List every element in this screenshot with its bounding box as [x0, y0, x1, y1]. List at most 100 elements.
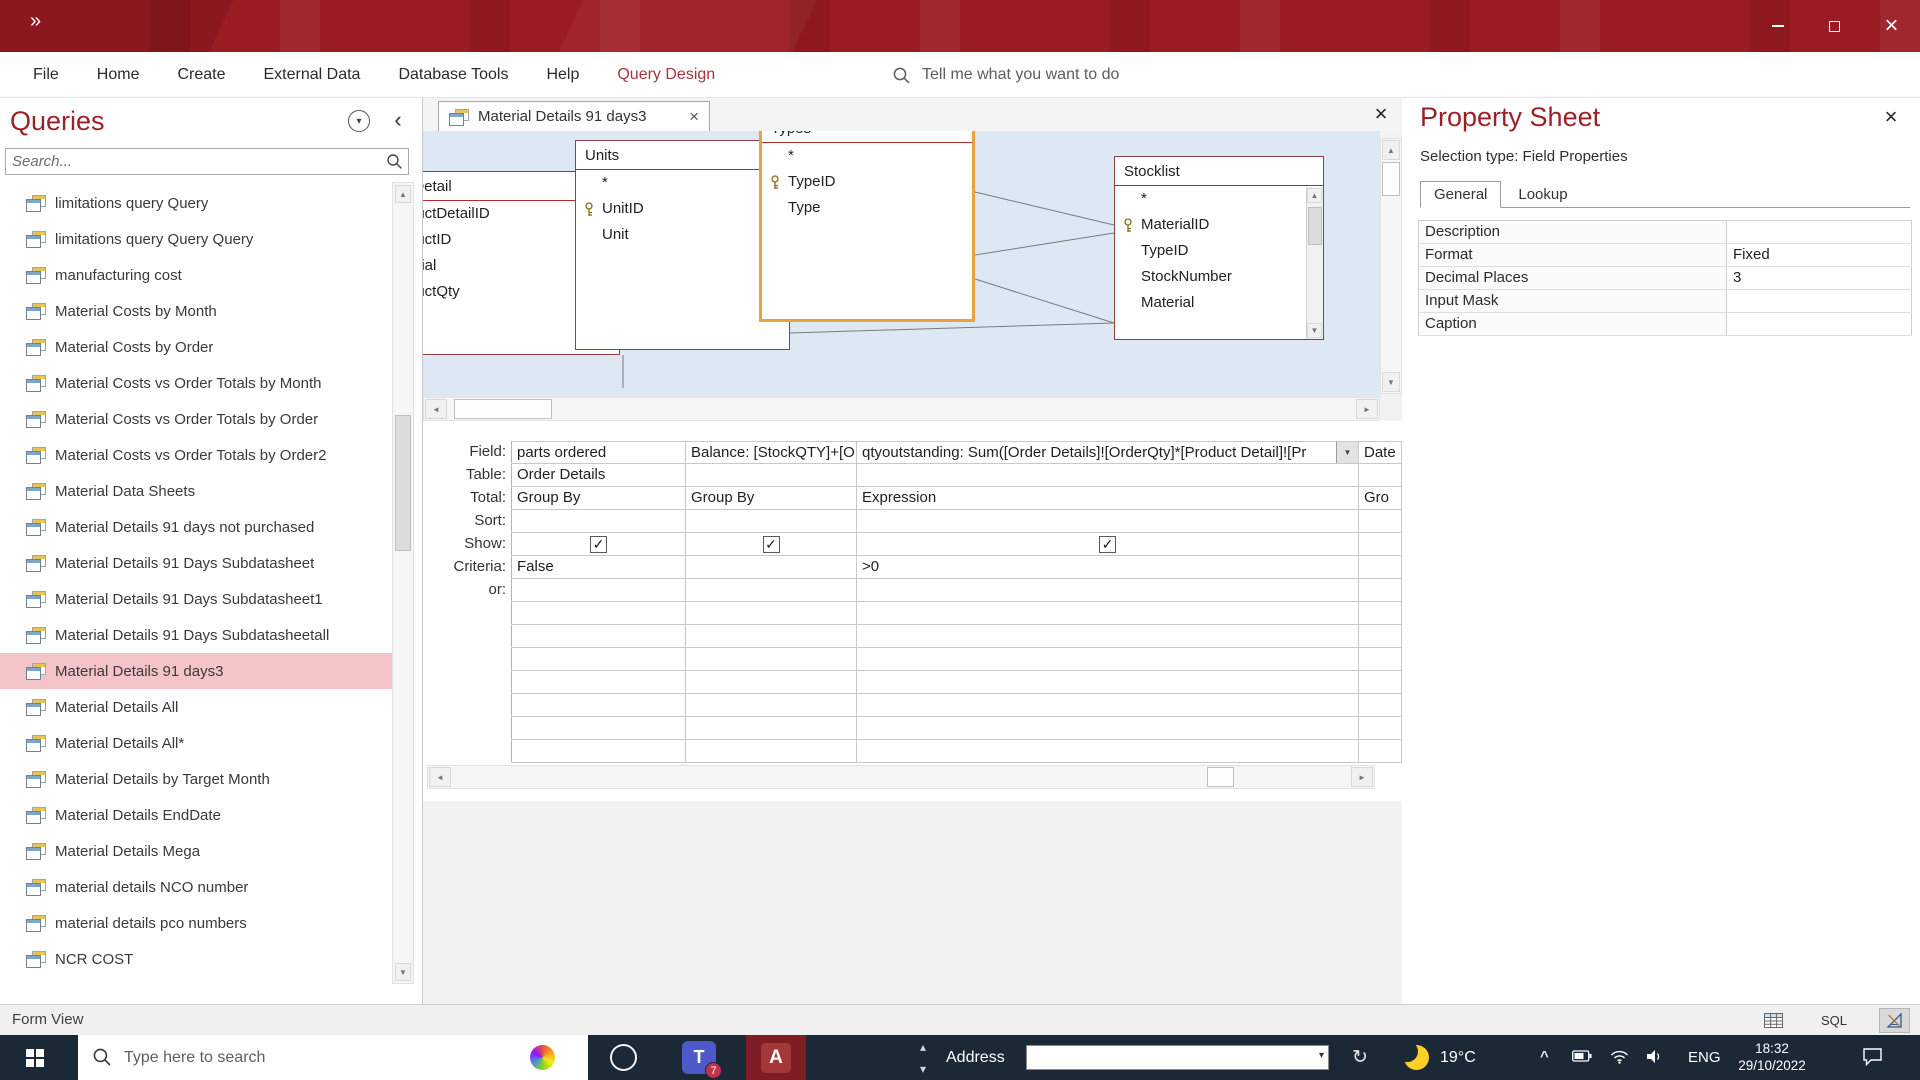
dropdown-arrow-icon[interactable]	[1319, 1050, 1324, 1061]
menu-help[interactable]: Help	[527, 66, 598, 84]
qbe-table-cell[interactable]: Order Details	[512, 464, 686, 487]
tab-general[interactable]: General	[1420, 181, 1501, 208]
nav-item[interactable]: Material Details 91 Days Subdatasheet	[0, 545, 392, 581]
nav-item[interactable]: Material Data Sheets	[0, 473, 392, 509]
qbe-sort-cell[interactable]	[857, 510, 1359, 533]
qbe-or-cell[interactable]	[686, 579, 857, 602]
scroll-left-button[interactable]	[425, 399, 447, 419]
qbe-empty-cell[interactable]	[1359, 625, 1402, 648]
scrollbar-thumb[interactable]	[395, 415, 411, 551]
document-tab[interactable]: Material Details 91 days3	[438, 101, 710, 131]
chevron-down-icon[interactable]	[920, 1062, 926, 1076]
nav-item[interactable]: Material Details 91 Days Subdatasheetall	[0, 617, 392, 653]
nav-item[interactable]: Material Details 91 days not purchased	[0, 509, 392, 545]
qbe-empty-cell[interactable]	[857, 740, 1359, 763]
qbe-empty-cell[interactable]	[857, 671, 1359, 694]
table-field[interactable]: MaterialID	[1115, 212, 1323, 238]
qbe-field-cell-active[interactable]: qtyoutstanding: Sum([Order Details]![Ord…	[857, 441, 1359, 464]
close-button[interactable]	[1863, 0, 1920, 52]
nav-item[interactable]: Material Details All	[0, 689, 392, 725]
nav-item-selected[interactable]: Material Details 91 days3	[0, 653, 392, 689]
minimize-button[interactable]	[1749, 0, 1806, 52]
menu-query-design[interactable]: Query Design	[598, 66, 734, 84]
table-field[interactable]: *	[762, 143, 972, 169]
design-vertical-scrollbar[interactable]	[1380, 138, 1402, 394]
table-field[interactable]: Material	[1115, 290, 1323, 316]
nav-item[interactable]: limitations query Query	[0, 185, 392, 221]
taskbar-search-input[interactable]	[124, 1035, 484, 1080]
qbe-total-cell[interactable]: Group By	[512, 487, 686, 510]
nav-pane-collapse-button[interactable]	[386, 107, 410, 133]
qbe-total-cell[interactable]: Group By	[686, 487, 857, 510]
access-taskbar-icon-active[interactable]: A	[746, 1035, 806, 1080]
qbe-or-cell[interactable]	[857, 579, 1359, 602]
qbe-empty-cell[interactable]	[1359, 694, 1402, 717]
qbe-empty-cell[interactable]	[686, 648, 857, 671]
nav-item[interactable]: manufacturing cost	[0, 257, 392, 293]
nav-item[interactable]: Material Costs by Month	[0, 293, 392, 329]
qbe-show-cell[interactable]	[686, 533, 857, 556]
property-value[interactable]: Fixed	[1727, 244, 1912, 266]
qbe-or-cell[interactable]	[1359, 579, 1402, 602]
qbe-criteria-cell[interactable]: >0	[857, 556, 1359, 579]
quick-access-overflow-chevron[interactable]: »	[30, 10, 41, 33]
qbe-empty-cell[interactable]	[1359, 740, 1402, 763]
scrollbar-thumb[interactable]	[454, 399, 552, 419]
menu-file[interactable]: File	[14, 66, 78, 84]
qbe-empty-cell[interactable]	[1359, 671, 1402, 694]
qbe-empty-cell[interactable]	[512, 671, 686, 694]
table-field[interactable]: *	[1115, 186, 1323, 212]
cortana-button[interactable]	[610, 1044, 637, 1071]
scrollbar-thumb[interactable]	[1207, 767, 1234, 787]
qbe-field-cell[interactable]: parts ordered	[512, 441, 686, 464]
temperature-label[interactable]: 19°C	[1440, 1035, 1476, 1080]
property-value[interactable]	[1727, 290, 1912, 312]
qbe-table-cell[interactable]	[1359, 464, 1402, 487]
qbe-field-cell[interactable]: Date	[1359, 441, 1402, 464]
battery-icon[interactable]	[1572, 1049, 1592, 1066]
qbe-criteria-cell[interactable]	[686, 556, 857, 579]
show-checkbox-checked[interactable]	[1099, 536, 1116, 553]
start-button[interactable]	[0, 1035, 70, 1080]
scroll-down-button[interactable]	[1307, 323, 1322, 338]
table-box-title[interactable]: Units	[576, 141, 789, 170]
qbe-empty-cell[interactable]	[1359, 717, 1402, 740]
qbe-show-cell[interactable]	[512, 533, 686, 556]
qbe-empty-cell[interactable]	[686, 717, 857, 740]
qbe-empty-cell[interactable]	[512, 740, 686, 763]
qbe-show-cell[interactable]	[857, 533, 1359, 556]
qbe-empty-cell[interactable]	[857, 694, 1359, 717]
qbe-criteria-cell[interactable]	[1359, 556, 1402, 579]
table-box-scrollbar[interactable]	[1306, 187, 1323, 339]
table-box-units[interactable]: Units * UnitID Unit	[575, 140, 790, 350]
qbe-empty-cell[interactable]	[686, 694, 857, 717]
qbe-table-cell[interactable]	[686, 464, 857, 487]
property-value[interactable]	[1727, 221, 1912, 243]
table-box-types[interactable]: Types * TypeID Type	[759, 131, 975, 322]
volume-icon[interactable]	[1646, 1049, 1663, 1068]
menu-home[interactable]: Home	[78, 66, 159, 84]
scroll-right-button[interactable]	[1351, 767, 1373, 787]
nav-item[interactable]: NCR COST	[0, 941, 392, 977]
scroll-left-button[interactable]	[429, 767, 451, 787]
nav-item[interactable]: material details pco numbers	[0, 905, 392, 941]
grid-horizontal-scrollbar[interactable]	[427, 765, 1375, 789]
nav-item[interactable]: Material Details All*	[0, 725, 392, 761]
nav-item[interactable]: Material Costs by Order	[0, 329, 392, 365]
qbe-total-cell[interactable]: Gro	[1359, 487, 1402, 510]
qbe-empty-cell[interactable]	[857, 717, 1359, 740]
design-horizontal-scrollbar[interactable]	[423, 397, 1380, 421]
pane-splitter[interactable]	[423, 421, 1402, 441]
qbe-empty-cell[interactable]	[512, 602, 686, 625]
nav-search-box[interactable]	[5, 148, 409, 175]
scrollbar-thumb[interactable]	[1308, 207, 1322, 245]
menu-external-data[interactable]: External Data	[245, 66, 380, 84]
qbe-empty-cell[interactable]	[512, 694, 686, 717]
table-field[interactable]: *	[576, 170, 789, 196]
teams-taskbar-icon[interactable]: T 7	[682, 1041, 716, 1074]
qbe-empty-cell[interactable]	[512, 625, 686, 648]
menu-create[interactable]: Create	[158, 66, 244, 84]
table-box-title[interactable]: Stocklist	[1115, 157, 1323, 186]
action-center-icon[interactable]	[1862, 1047, 1883, 1070]
datasheet-view-button[interactable]	[1758, 1010, 1789, 1031]
